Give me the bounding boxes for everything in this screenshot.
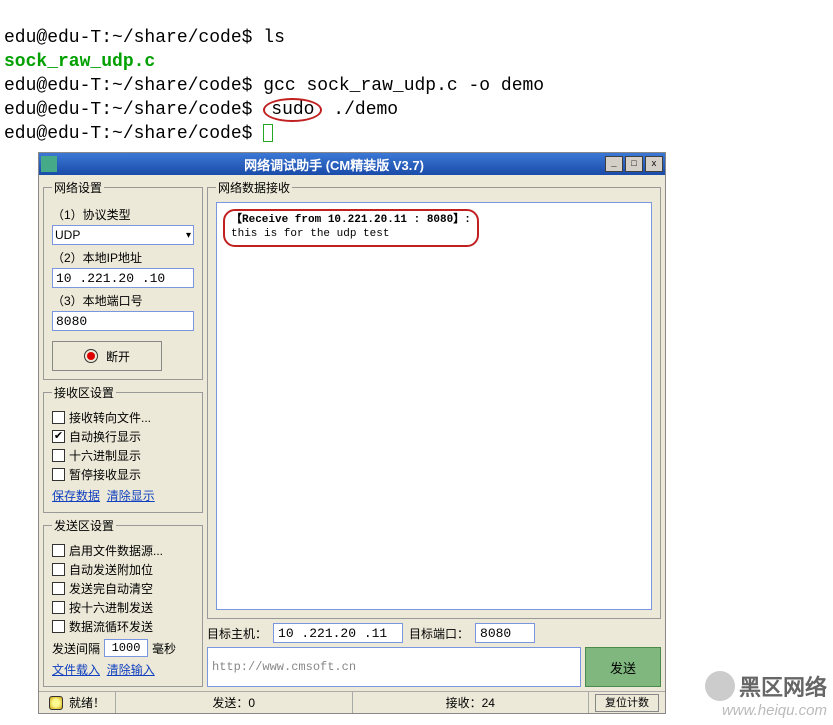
- reset-counter-button[interactable]: 复位计数: [595, 694, 659, 712]
- main-area: 网络数据接收 【Receive from 10.221.20.11 : 8080…: [207, 175, 665, 691]
- auto-clear-label: 发送完自动清空: [69, 580, 153, 597]
- checkbox-auto-append[interactable]: [52, 563, 65, 576]
- target-port-label: 目标端口：: [409, 625, 469, 642]
- local-ip-input[interactable]: [52, 268, 194, 288]
- to-file-label: 接收转向文件...: [69, 409, 151, 426]
- file-name: sock_raw_udp.c: [4, 52, 155, 72]
- local-ip-label: （2）本地IP地址: [52, 249, 194, 266]
- prompt: edu@edu-T:~/share/code$: [4, 76, 252, 96]
- minimize-button[interactable]: _: [605, 156, 623, 172]
- prompt: edu@edu-T:~/share/code$: [4, 124, 252, 144]
- local-port-label: （3）本地端口号: [52, 292, 194, 309]
- local-port-input[interactable]: [52, 311, 194, 331]
- sudo-highlight: sudo: [263, 98, 322, 122]
- checkbox-auto-wrap[interactable]: ✔: [52, 430, 65, 443]
- receive-settings-group: 接收区设置 接收转向文件... ✔ 自动换行显示 十六进制显示 暂停接收显示 保存…: [43, 384, 203, 513]
- disconnect-button[interactable]: 断开: [52, 341, 162, 371]
- receive-panel-legend: 网络数据接收: [216, 179, 292, 196]
- network-settings-group: 网络设置 （1）协议类型 UDP （2）本地IP地址 （3）本地端口号 断开: [43, 179, 203, 380]
- interval-label: 发送间隔: [52, 640, 100, 657]
- checkbox-file-src[interactable]: [52, 544, 65, 557]
- send-button[interactable]: 发送: [585, 647, 661, 687]
- close-button[interactable]: x: [645, 156, 663, 172]
- checkbox-hex-send[interactable]: [52, 601, 65, 614]
- checkbox-pause[interactable]: [52, 468, 65, 481]
- receive-textarea[interactable]: 【Receive from 10.221.20.11 : 8080】: this…: [216, 202, 652, 610]
- watermark-url: www.heiqu.com: [705, 702, 827, 719]
- protocol-dropdown[interactable]: UDP: [52, 225, 194, 245]
- recv-line1: 【Receive from 10.221.20.11 : 8080】:: [231, 214, 471, 226]
- checkbox-hex[interactable]: [52, 449, 65, 462]
- terminal: edu@edu-T:~/share/code$ ls sock_raw_udp.…: [0, 0, 833, 148]
- disconnect-label: 断开: [106, 348, 130, 365]
- hex-label: 十六进制显示: [69, 447, 141, 464]
- titlebar[interactable]: 网络调试助手 (CM精装版 V3.7) _ □ x: [39, 153, 665, 175]
- window-title: 网络调试助手 (CM精装版 V3.7): [63, 155, 605, 174]
- app-window: 网络调试助手 (CM精装版 V3.7) _ □ x 网络设置 （1）协议类型 U…: [38, 152, 666, 714]
- interval-unit: 毫秒: [152, 640, 176, 657]
- recv-line2: this is for the udp test: [231, 228, 389, 240]
- checkbox-to-file[interactable]: [52, 411, 65, 424]
- send-settings-group: 发送区设置 启用文件数据源... 自动发送附加位 发送完自动清空 按十六进制发送…: [43, 517, 203, 687]
- send-settings-legend: 发送区设置: [52, 517, 116, 534]
- sent-value: 0: [248, 696, 255, 710]
- loop-send-label: 数据流循环发送: [69, 618, 153, 635]
- clear-input-link[interactable]: 清除输入: [107, 663, 155, 677]
- prompt: edu@edu-T:~/share/code$: [4, 100, 252, 120]
- watermark-title: 黑区网络: [739, 670, 827, 702]
- checkbox-auto-clear[interactable]: [52, 582, 65, 595]
- target-host-input[interactable]: [273, 623, 403, 643]
- recv-value: 24: [482, 696, 495, 710]
- auto-append-label: 自动发送附加位: [69, 561, 153, 578]
- protocol-value: UDP: [55, 228, 80, 242]
- receive-highlight: 【Receive from 10.221.20.11 : 8080】: this…: [223, 209, 479, 247]
- sidebar: 网络设置 （1）协议类型 UDP （2）本地IP地址 （3）本地端口号 断开 接…: [39, 175, 207, 691]
- target-host-label: 目标主机：: [207, 625, 267, 642]
- checkbox-loop-send[interactable]: [52, 620, 65, 633]
- network-settings-legend: 网络设置: [52, 179, 104, 196]
- maximize-button[interactable]: □: [625, 156, 643, 172]
- receive-settings-legend: 接收区设置: [52, 384, 116, 401]
- interval-input[interactable]: [104, 639, 148, 657]
- cmd-demo: ./demo: [333, 100, 398, 120]
- watermark: 黑区网络 www.heiqu.com: [705, 670, 827, 719]
- file-load-link[interactable]: 文件载入: [52, 663, 100, 677]
- statusbar: 就绪！ 发送： 0 接收： 24 复位计数: [39, 691, 665, 713]
- record-icon: [84, 349, 98, 363]
- cmd-ls: ls: [263, 28, 285, 48]
- send-row: 发送: [207, 647, 661, 691]
- auto-wrap-label: 自动换行显示: [69, 428, 141, 445]
- send-input[interactable]: [207, 647, 581, 687]
- prompt: edu@edu-T:~/share/code$: [4, 28, 252, 48]
- recv-label: 接收：: [446, 694, 482, 711]
- watermark-logo-icon: [705, 671, 735, 701]
- sent-label: 发送：: [212, 694, 248, 711]
- target-row: 目标主机： 目标端口：: [207, 619, 661, 647]
- hex-send-label: 按十六进制发送: [69, 599, 153, 616]
- cmd-gcc: gcc sock_raw_udp.c -o demo: [263, 76, 544, 96]
- app-icon: [41, 156, 57, 172]
- status-icon: [49, 696, 63, 710]
- cursor-icon: [263, 124, 273, 142]
- file-src-label: 启用文件数据源...: [69, 542, 163, 559]
- protocol-label: （1）协议类型: [52, 206, 194, 223]
- target-port-input[interactable]: [475, 623, 535, 643]
- save-data-link[interactable]: 保存数据: [52, 489, 100, 503]
- status-ready: 就绪！: [69, 694, 105, 711]
- clear-display-link[interactable]: 清除显示: [107, 489, 155, 503]
- send-button-label: 发送: [610, 658, 636, 677]
- pause-label: 暂停接收显示: [69, 466, 141, 483]
- receive-panel: 网络数据接收 【Receive from 10.221.20.11 : 8080…: [207, 179, 661, 619]
